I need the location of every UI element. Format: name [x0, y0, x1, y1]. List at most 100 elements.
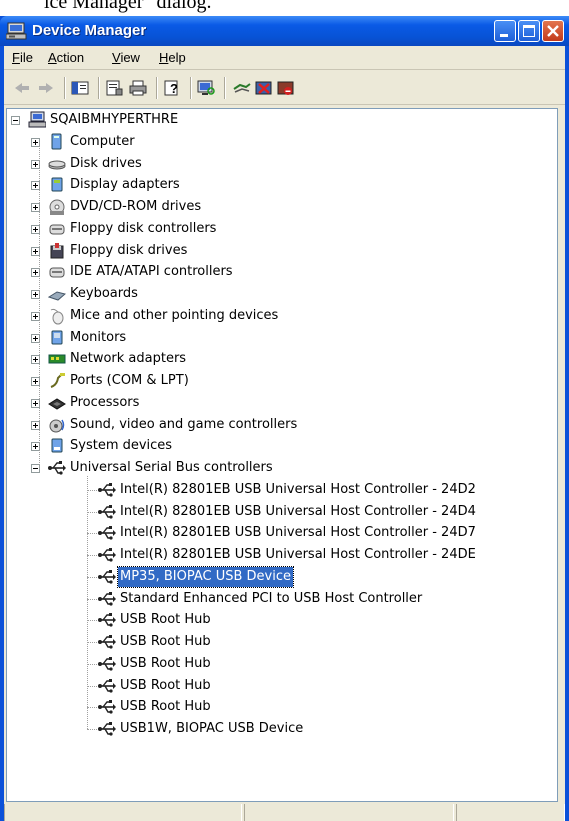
scan-hardware-icon[interactable]: [196, 79, 216, 97]
toolbar-separator: [98, 77, 100, 99]
device-label: USB Root Hub: [120, 612, 211, 628]
root-computer-icon: [28, 111, 46, 128]
device-label: Intel(R) 82801EB USB Universal Host Cont…: [120, 481, 476, 497]
device-label: Intel(R) 82801EB USB Universal Host Cont…: [120, 547, 476, 562]
usb-icon: [98, 678, 116, 693]
collapse-icon[interactable]: [11, 116, 20, 125]
usb-icon: [98, 504, 116, 519]
tree-connector: [87, 576, 97, 578]
tree-connector: [87, 729, 97, 730]
floppy-icon: [50, 242, 64, 258]
print-icon[interactable]: [128, 79, 148, 97]
tree-category[interactable]: Floppy disk controllers: [7, 219, 555, 239]
tree-category[interactable]: IDE ATA/ATAPI controllers: [7, 262, 555, 282]
cd-rom-icon: [49, 199, 65, 215]
disable-icon[interactable]: [276, 79, 296, 97]
tree-category[interactable]: DVD/CD-ROM drives: [7, 197, 555, 217]
tree-category[interactable]: Mice and other pointing devices: [7, 306, 555, 326]
toolbar: ?: [4, 71, 565, 105]
update-driver-icon[interactable]: [232, 79, 252, 97]
tree-category[interactable]: Floppy disk drives: [7, 241, 555, 261]
category-label: DVD/CD-ROM drives: [70, 199, 202, 214]
tree-category[interactable]: Network adapters: [7, 349, 555, 369]
tree-category[interactable]: Monitors: [7, 328, 555, 348]
tree-connector: [87, 707, 97, 709]
network-adapter-icon: [48, 354, 66, 364]
tree-connector: [87, 511, 97, 513]
window-client-area: File Action View Help ? SQAIBMHYPERTHRE C…: [4, 46, 565, 821]
sound-icon: [49, 419, 65, 432]
maximize-button[interactable]: [518, 20, 540, 42]
toolbar-separator: [190, 77, 192, 99]
status-cell: [4, 804, 242, 821]
category-label: Floppy disk controllers: [70, 220, 217, 236]
document-caption-text: ice Manager" dialog.: [44, 0, 212, 13]
forward-arrow-icon[interactable]: [36, 79, 56, 97]
device-label: USB Root Hub: [120, 655, 211, 671]
tree-connector: [87, 663, 97, 665]
device-manager-window: Device Manager File Action View Help ? S…: [0, 16, 569, 821]
display-adapter-icon: [51, 177, 63, 192]
tree-category[interactable]: Keyboards: [7, 284, 555, 304]
tree-category[interactable]: Disk drives: [7, 154, 555, 174]
toolbar-separator: [64, 77, 66, 99]
mouse-icon: [50, 308, 64, 325]
tree-category-usb[interactable]: Universal Serial Bus controllers: [7, 458, 555, 478]
tree-connector: [39, 141, 40, 469]
device-tree[interactable]: SQAIBMHYPERTHRE Computer Disk drives Displa…: [6, 108, 558, 802]
help-icon[interactable]: ?: [162, 79, 182, 97]
category-label: Ports (COM & LPT): [70, 373, 189, 388]
tree-connector: [87, 476, 88, 729]
category-label: Processors: [70, 394, 140, 410]
tree-category[interactable]: Sound, video and game controllers: [7, 415, 555, 435]
show-hide-tree-icon[interactable]: [70, 79, 90, 97]
menu-view[interactable]: View: [112, 50, 140, 65]
tree-category[interactable]: Computer: [7, 132, 555, 152]
monitor-icon: [51, 330, 63, 344]
device-label: Intel(R) 82801EB USB Universal Host Cont…: [120, 503, 476, 519]
tree-connector: [87, 555, 97, 556]
tree-root-label: SQAIBMHYPERTHRE: [50, 112, 179, 127]
toolbar-separator: [156, 77, 158, 99]
category-label: Computer: [70, 133, 135, 149]
usb-icon: [98, 656, 116, 671]
system-icon: [51, 438, 63, 453]
usb-icon: [98, 526, 116, 540]
tree-root[interactable]: SQAIBMHYPERTHRE: [7, 110, 555, 130]
menu-action[interactable]: Action: [48, 50, 84, 65]
document-text-fragment: ice Manager" dialog.: [0, 0, 569, 16]
usb-icon: [98, 635, 116, 649]
usb-icon: [98, 613, 116, 627]
category-label: System devices: [70, 438, 173, 454]
back-arrow-icon[interactable]: [12, 79, 32, 97]
menu-help[interactable]: Help: [159, 50, 186, 65]
category-label: Keyboards: [70, 286, 138, 301]
tree-category[interactable]: System devices: [7, 436, 555, 456]
close-icon: [547, 25, 559, 37]
title-bar[interactable]: Device Manager: [0, 16, 569, 46]
tree-category[interactable]: Ports (COM & LPT): [7, 371, 555, 391]
properties-icon[interactable]: [104, 79, 124, 97]
uninstall-icon[interactable]: [254, 79, 274, 97]
minimize-button[interactable]: [494, 20, 516, 42]
category-label: Monitors: [70, 329, 127, 345]
device-label: MP35, BIOPAC USB Device: [116, 565, 295, 588]
category-label: Sound, video and game controllers: [70, 416, 298, 432]
tree-category[interactable]: Display adapters: [7, 175, 555, 195]
tree-category[interactable]: Processors: [7, 393, 555, 413]
device-label: Intel(R) 82801EB USB Universal Host Cont…: [120, 525, 476, 541]
category-label: Display adapters: [70, 177, 180, 193]
menu-file[interactable]: File: [12, 50, 33, 65]
device-label: USB Root Hub: [120, 634, 211, 649]
disk-drive-icon: [48, 160, 66, 169]
category-label: Universal Serial Bus controllers: [70, 460, 273, 475]
device-manager-icon: [6, 22, 27, 40]
tree-connector: [87, 620, 97, 622]
usb-icon: [98, 548, 116, 562]
category-label: IDE ATA/ATAPI controllers: [70, 264, 233, 280]
device-label: Standard Enhanced PCI to USB Host Contro…: [120, 590, 423, 606]
usb-icon: [98, 722, 116, 736]
menu-bar: File Action View Help: [4, 46, 565, 70]
close-button[interactable]: [542, 20, 564, 42]
controller-icon: [49, 224, 65, 235]
